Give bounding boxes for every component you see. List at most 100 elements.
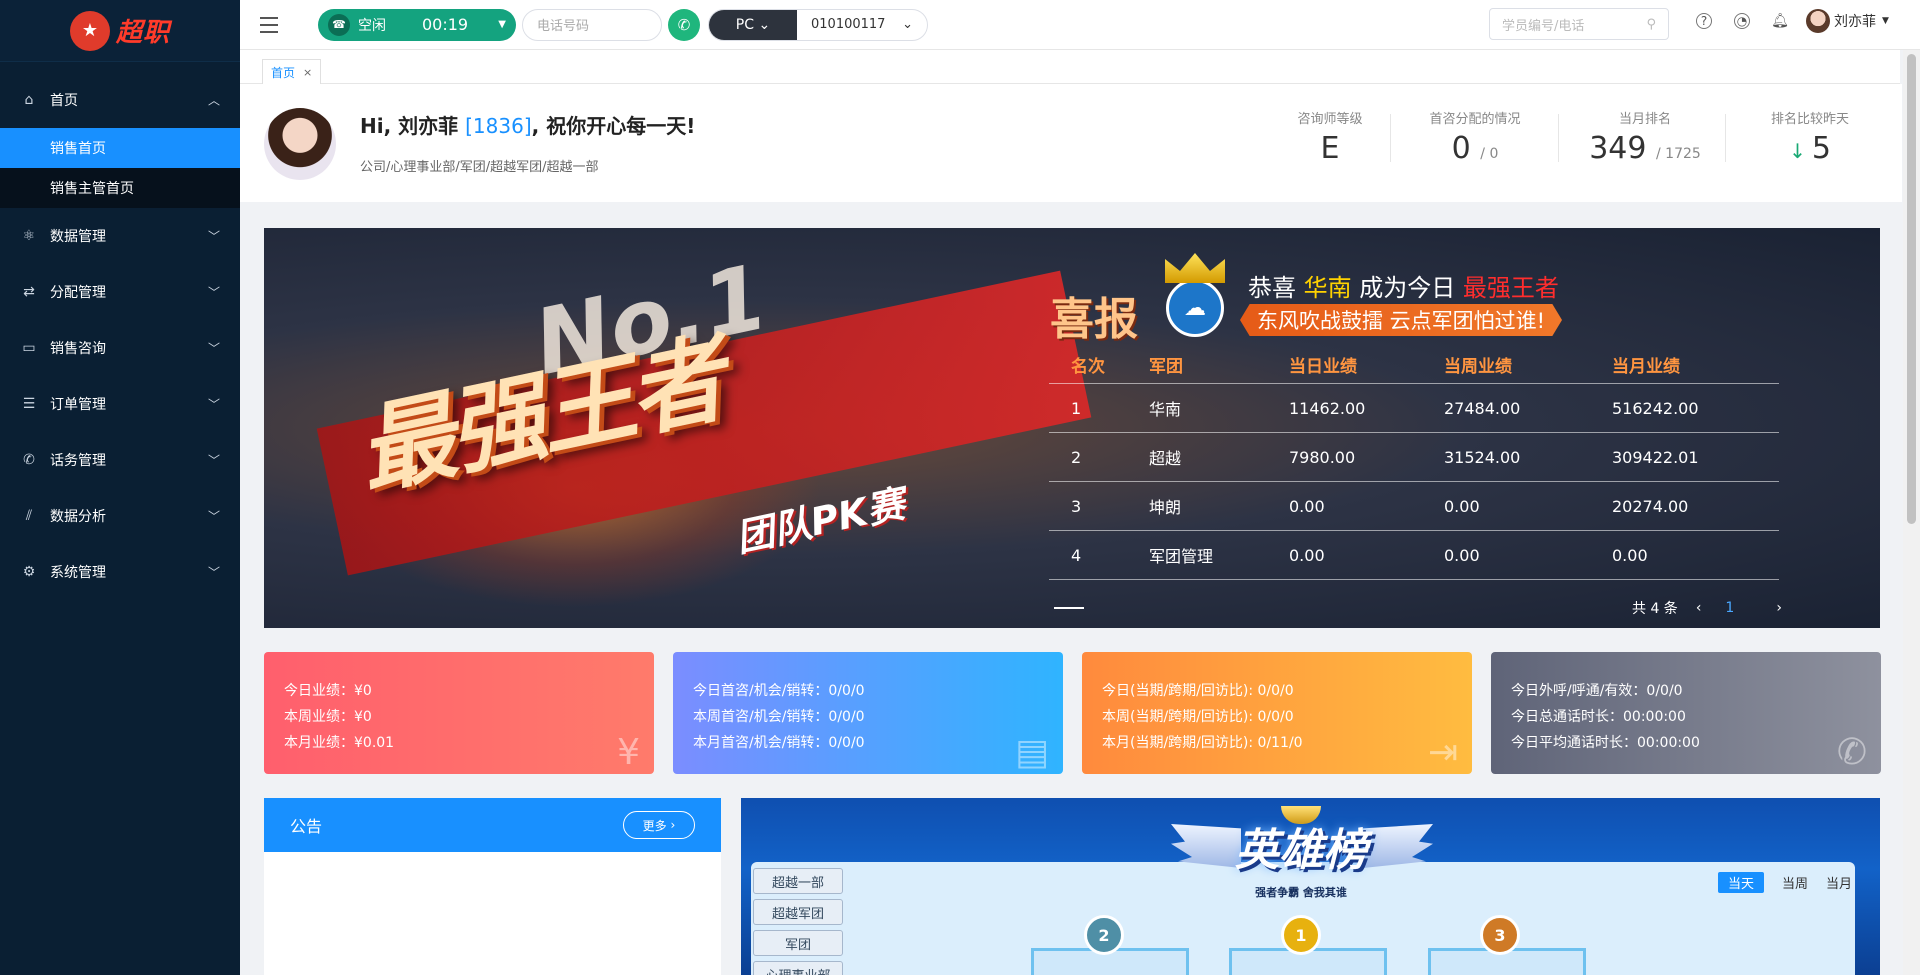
- medal-third-icon: 3: [1467, 912, 1533, 958]
- app-logo[interactable]: ★ 超职: [0, 0, 240, 62]
- table-header: 名次 军团 当日业绩 当周业绩 当月业绩: [1049, 346, 1779, 384]
- page-number-button[interactable]: 1: [1725, 600, 1734, 616]
- next-page-button[interactable]: ›: [1776, 600, 1782, 616]
- extension-value: 010100117: [811, 17, 886, 32]
- chart-icon: ⫽: [25, 508, 33, 524]
- user-id: [1836]: [465, 114, 532, 138]
- home-submenu: 销售首页 销售主管首页: [0, 128, 240, 208]
- col-header: 当月业绩: [1612, 357, 1680, 377]
- page-scrollbar[interactable]: [1903, 50, 1920, 975]
- team-filter-button[interactable]: 超越军团: [753, 899, 843, 925]
- stat-label: 咨询师等级: [1297, 112, 1363, 127]
- device-label: PC: [735, 16, 755, 33]
- avatar: [1806, 9, 1830, 33]
- agent-status-label: 空闲: [358, 17, 386, 34]
- caret-down-icon: ▼: [498, 19, 506, 30]
- medal-number: 3: [1480, 915, 1520, 955]
- card-line: 本周业绩：¥0: [284, 709, 372, 725]
- sidebar-item-sales-consult[interactable]: ▭ 销售咨询 ﹀: [0, 320, 240, 376]
- tab-this-month[interactable]: 当月: [1826, 873, 1852, 892]
- card-line: 今日总通话时长：00:00:00: [1511, 709, 1686, 725]
- sidebar-item-data-management[interactable]: ⚛ 数据管理 ﹀: [0, 208, 240, 264]
- table-cell: 11462.00: [1289, 398, 1366, 418]
- sidebar-item-home[interactable]: ⌂ 首页 ︿: [0, 72, 240, 128]
- team-filter-button[interactable]: 军团: [753, 930, 843, 956]
- card-line: 本月(当期/跨期/回访比): 0/11/0: [1102, 735, 1303, 751]
- sidebar-item-distribution[interactable]: ⇄ 分配管理 ﹀: [0, 264, 240, 320]
- tab-today[interactable]: 当天: [1717, 872, 1764, 893]
- agent-status-dropdown[interactable]: ☎ 空闲 00:19 ▼: [318, 8, 516, 41]
- table-cell: 超越: [1149, 449, 1182, 468]
- phone-number-input[interactable]: 电话号码: [522, 8, 662, 41]
- device-type-select[interactable]: PC ⌄: [709, 9, 797, 40]
- divider: [1725, 114, 1726, 162]
- device-selector[interactable]: PC ⌄ 010100117 ⌄: [708, 8, 928, 41]
- phone-icon: ✆: [677, 15, 691, 34]
- logo-text: 超职: [115, 18, 170, 48]
- bell-icon[interactable]: 🔔︎: [1771, 13, 1789, 29]
- sidebar-item-telephony[interactable]: ✆ 话务管理 ﹀: [0, 432, 240, 488]
- stat-main: 0: [1451, 131, 1471, 166]
- dashboard-gauge-icon[interactable]: ◔: [1734, 13, 1750, 29]
- chevron-down-icon: ﹀: [207, 341, 220, 356]
- hero-board-subtitle: 强者争霸 舍我其谁: [1255, 886, 1347, 899]
- user-name: 刘亦菲: [1834, 14, 1876, 30]
- card-line: 今日外呼/呼通/有效：0/0/0: [1511, 683, 1683, 699]
- header-icons: ? ◔ 🔔︎: [1696, 13, 1810, 29]
- yuan-icon: ¥: [617, 732, 640, 773]
- sidebar-item-label: 分配管理: [50, 285, 106, 301]
- help-icon[interactable]: ?: [1696, 13, 1712, 29]
- caret-down-icon: ▼: [1882, 16, 1889, 26]
- chat-icon: ▭: [22, 340, 36, 356]
- student-search-input[interactable]: 学员编号/电话 ⚲: [1489, 8, 1669, 40]
- sidebar-item-orders[interactable]: ☰ 订单管理 ﹀: [0, 376, 240, 432]
- card-line: 本月业绩：¥0.01: [284, 735, 395, 751]
- sidebar: ★ 超职 ⌂ 首页 ︿ 销售首页 销售主管首页 ⚛ 数据管理 ﹀ ⇄ 分配管理 …: [0, 0, 240, 975]
- more-button[interactable]: 更多 ›: [623, 811, 695, 839]
- phone-icon: ✆: [1836, 732, 1867, 773]
- call-button[interactable]: ✆: [668, 8, 700, 41]
- crown-icon: [1165, 253, 1225, 283]
- hero-board-title: 英雄榜: [1235, 825, 1367, 876]
- pk-banner: No.1 最强王者 团队PK赛 喜报 ☁ 恭喜 华南 成为今日 最强王者 东风吹…: [264, 228, 1880, 628]
- chevron-down-icon: ﹀: [207, 397, 220, 412]
- close-icon[interactable]: ×: [303, 66, 312, 79]
- table-cell: 309422.01: [1612, 447, 1699, 467]
- top-header: ☎ 空闲 00:19 ▼ 电话号码 ✆ PC ⌄ 010100117 ⌄ 学员编号…: [240, 0, 1920, 50]
- cloud-logo-icon: ☁: [1166, 279, 1224, 337]
- stat-first-consult: 首咨分配的情况 0 / 0: [1405, 108, 1545, 166]
- tab-home[interactable]: 首页 ×: [262, 59, 322, 85]
- team-filter-button[interactable]: 超越一部: [753, 868, 843, 894]
- stat-sub: / 0: [1480, 146, 1499, 162]
- rank-table: 名次 军团 当日业绩 当周业绩 当月业绩 1 华南 11462.00 27484…: [1049, 346, 1779, 580]
- stat-label: 首咨分配的情况: [1429, 112, 1521, 127]
- table-cell: 1: [1071, 398, 1082, 418]
- sidebar-item-label: 首页: [50, 93, 78, 109]
- status-timer: 00:19: [422, 15, 469, 34]
- extension-select[interactable]: 010100117 ⌄: [797, 10, 927, 40]
- col-header: 当日业绩: [1289, 357, 1357, 377]
- menu-toggle-icon[interactable]: [260, 16, 278, 33]
- sidebar-item-analytics[interactable]: ⫽ 数据分析 ﹀: [0, 488, 240, 544]
- tab-this-week[interactable]: 当周: [1782, 873, 1808, 892]
- scrollbar-thumb[interactable]: [1907, 54, 1916, 524]
- search-icon: ⚲: [1646, 16, 1656, 32]
- notice-title: 公告: [290, 817, 323, 836]
- sidebar-item-sales-home[interactable]: 销售首页: [0, 128, 240, 168]
- team-filter-button[interactable]: 心理事业部: [753, 961, 843, 975]
- chevron-down-icon: ⌄: [758, 16, 771, 33]
- card-line: 今日(当期/跨期/回访比): 0/0/0: [1102, 683, 1294, 699]
- sidebar-item-sales-manager-home[interactable]: 销售主管首页: [0, 168, 240, 208]
- phone-icon: ✆: [23, 452, 35, 468]
- prev-page-button[interactable]: ‹: [1696, 600, 1702, 616]
- table-row: 3 坤朗 0.00 0.00 20274.00: [1049, 482, 1779, 531]
- sidebar-item-system[interactable]: ⚙ 系统管理 ﹀: [0, 544, 240, 600]
- greeting: Hi, 刘亦菲 [1836], 祝你开心每一天!: [360, 110, 695, 139]
- sidebar-item-label: 数据分析: [50, 509, 106, 525]
- card-line: 本周首咨/机会/销转：0/0/0: [693, 709, 865, 725]
- greeting-suffix: , 祝你开心每一天!: [531, 114, 696, 138]
- crown-logo: ☁: [1162, 253, 1228, 337]
- card-visit-ratio: 今日(当期/跨期/回访比): 0/0/0 本周(当期/跨期/回访比): 0/0/…: [1082, 652, 1472, 774]
- user-menu[interactable]: 刘亦菲 ▼: [1806, 9, 1889, 33]
- sidebar-item-label: 话务管理: [50, 453, 106, 469]
